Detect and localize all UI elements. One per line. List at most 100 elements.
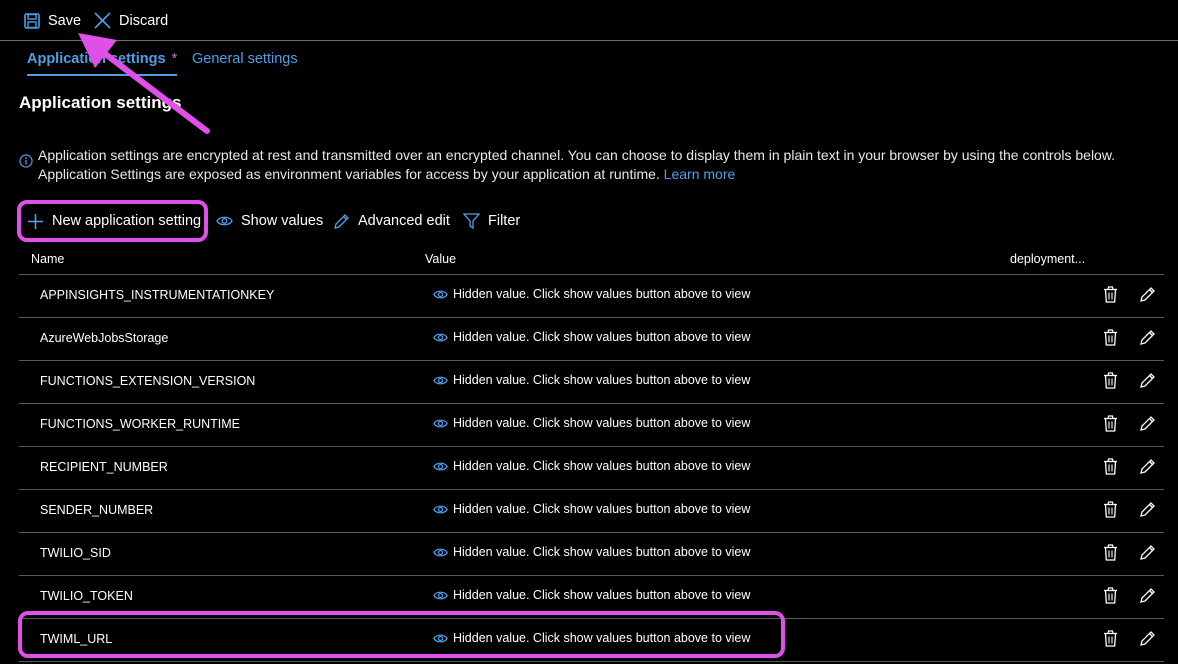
- setting-value-text: Hidden value. Click show values button a…: [453, 631, 751, 645]
- setting-value-text: Hidden value. Click show values button a…: [453, 373, 751, 387]
- table-row[interactable]: RECIPIENT_NUMBER Hidden value. Click show…: [19, 447, 1164, 490]
- setting-value-text: Hidden value. Click show values button a…: [453, 545, 751, 559]
- delete-button[interactable]: [1103, 372, 1118, 392]
- show-values-label: Show values: [241, 213, 324, 229]
- setting-name: FUNCTIONS_EXTENSION_VERSION: [40, 374, 256, 388]
- setting-name: TWILIO_TOKEN: [40, 589, 133, 603]
- table-row[interactable]: FUNCTIONS_WORKER_RUNTIME Hidden value. Cl…: [19, 404, 1164, 447]
- table-row[interactable]: SENDER_NUMBER Hidden value. Click show va…: [19, 490, 1164, 533]
- edit-button[interactable]: [1139, 544, 1156, 564]
- eye-icon: [433, 376, 448, 384]
- edit-button[interactable]: [1139, 630, 1156, 650]
- table-row[interactable]: TWILIO_SID Hidden value. Click show value…: [19, 533, 1164, 576]
- column-value-header[interactable]: Value: [425, 252, 456, 266]
- setting-name: SENDER_NUMBER: [40, 503, 154, 517]
- setting-name: TWIML_URL: [40, 632, 113, 646]
- show-values-button[interactable]: Show values: [216, 206, 323, 236]
- eye-icon: [216, 216, 233, 226]
- setting-name: TWILIO_SID: [40, 546, 111, 560]
- trash-icon: [1104, 501, 1117, 518]
- save-button[interactable]: Save: [24, 0, 81, 41]
- pencil-icon: [1140, 545, 1155, 560]
- column-name-header[interactable]: Name: [31, 252, 64, 266]
- table-row[interactable]: TWILIO_TOKEN Hidden value. Click show val…: [19, 576, 1164, 619]
- eye-icon: [433, 505, 448, 513]
- command-bar: Save Discard: [0, 0, 1178, 41]
- delete-button[interactable]: [1103, 501, 1118, 521]
- column-deployment-header[interactable]: deployment...: [1010, 252, 1085, 266]
- trash-icon: [1104, 286, 1117, 303]
- pencil-icon: [334, 213, 349, 229]
- edit-button[interactable]: [1139, 501, 1156, 521]
- table-row[interactable]: AzureWebJobsStorage Hidden value. Click s…: [19, 318, 1164, 361]
- delete-button[interactable]: [1103, 544, 1118, 564]
- tab-application-settings[interactable]: Application settings *: [27, 46, 178, 76]
- delete-button[interactable]: [1103, 630, 1118, 650]
- edit-button[interactable]: [1139, 329, 1156, 349]
- filter-button[interactable]: Filter: [463, 206, 520, 236]
- setting-value: Hidden value. Click show values button a…: [433, 287, 750, 301]
- trash-icon: [1104, 458, 1117, 475]
- edit-button[interactable]: [1139, 372, 1156, 392]
- plus-icon: [28, 213, 43, 229]
- setting-name: FUNCTIONS_WORKER_RUNTIME: [40, 417, 241, 431]
- edit-button[interactable]: [1139, 587, 1156, 607]
- trash-icon: [1104, 372, 1117, 389]
- setting-value-text: Hidden value. Click show values button a…: [453, 459, 751, 473]
- eye-icon: [433, 333, 448, 341]
- table-header: Name Value deployment...: [19, 249, 1164, 275]
- advanced-edit-button[interactable]: Advanced edit: [333, 206, 450, 236]
- pencil-icon: [1140, 631, 1155, 646]
- setting-value: Hidden value. Click show values button a…: [433, 459, 750, 473]
- delete-button[interactable]: [1103, 458, 1118, 478]
- setting-name: APPINSIGHTS_INSTRUMENTATIONKEY: [40, 288, 275, 302]
- delete-button[interactable]: [1103, 329, 1118, 349]
- setting-value-text: Hidden value. Click show values button a…: [453, 416, 751, 430]
- delete-button[interactable]: [1103, 587, 1118, 607]
- trash-icon: [1104, 415, 1117, 432]
- advanced-edit-label: Advanced edit: [358, 213, 450, 229]
- tab-general-settings[interactable]: General settings: [192, 46, 298, 72]
- edit-button[interactable]: [1139, 415, 1156, 435]
- table-row[interactable]: APPINSIGHTS_INSTRUMENTATIONKEY Hidden val…: [19, 275, 1164, 318]
- trash-icon: [1104, 587, 1117, 604]
- filter-label: Filter: [488, 213, 521, 229]
- pencil-icon: [1140, 502, 1155, 517]
- eye-icon: [433, 634, 448, 642]
- discard-button[interactable]: Discard: [94, 0, 168, 41]
- pencil-icon: [1140, 287, 1155, 302]
- save-label: Save: [48, 12, 82, 29]
- setting-value: Hidden value. Click show values button a…: [433, 631, 750, 645]
- eye-icon: [433, 419, 448, 427]
- modified-marker: *: [171, 51, 178, 67]
- eye-icon: [433, 462, 448, 470]
- setting-name: AzureWebJobsStorage: [40, 331, 169, 345]
- close-icon: [94, 12, 111, 29]
- table-row[interactable]: TWIML_URL Hidden value. Click show values…: [19, 619, 1164, 662]
- setting-value: Hidden value. Click show values button a…: [433, 502, 750, 516]
- trash-icon: [1104, 329, 1117, 346]
- learn-more-link[interactable]: Learn more: [664, 166, 736, 182]
- discard-label: Discard: [119, 12, 169, 29]
- new-application-setting-button[interactable]: New application setting: [27, 206, 201, 236]
- info-icon: [19, 154, 33, 168]
- eye-icon: [433, 591, 448, 599]
- table-row[interactable]: FUNCTIONS_EXTENSION_VERSION Hidden value.…: [19, 361, 1164, 404]
- pencil-icon: [1140, 373, 1155, 388]
- setting-value-text: Hidden value. Click show values button a…: [453, 330, 751, 344]
- setting-value: Hidden value. Click show values button a…: [433, 330, 750, 344]
- setting-name: RECIPIENT_NUMBER: [40, 460, 168, 474]
- new-setting-label: New application setting: [52, 213, 202, 229]
- save-icon: [24, 12, 40, 29]
- edit-button[interactable]: [1139, 458, 1156, 478]
- delete-button[interactable]: [1103, 415, 1118, 435]
- setting-value: Hidden value. Click show values button a…: [433, 416, 750, 430]
- pencil-icon: [1140, 588, 1155, 603]
- setting-value-text: Hidden value. Click show values button a…: [453, 502, 751, 516]
- page-title: Application settings: [19, 93, 182, 112]
- delete-button[interactable]: [1103, 286, 1118, 306]
- edit-button[interactable]: [1139, 286, 1156, 306]
- setting-value: Hidden value. Click show values button a…: [433, 373, 750, 387]
- filter-icon: [463, 213, 480, 229]
- eye-icon: [433, 548, 448, 556]
